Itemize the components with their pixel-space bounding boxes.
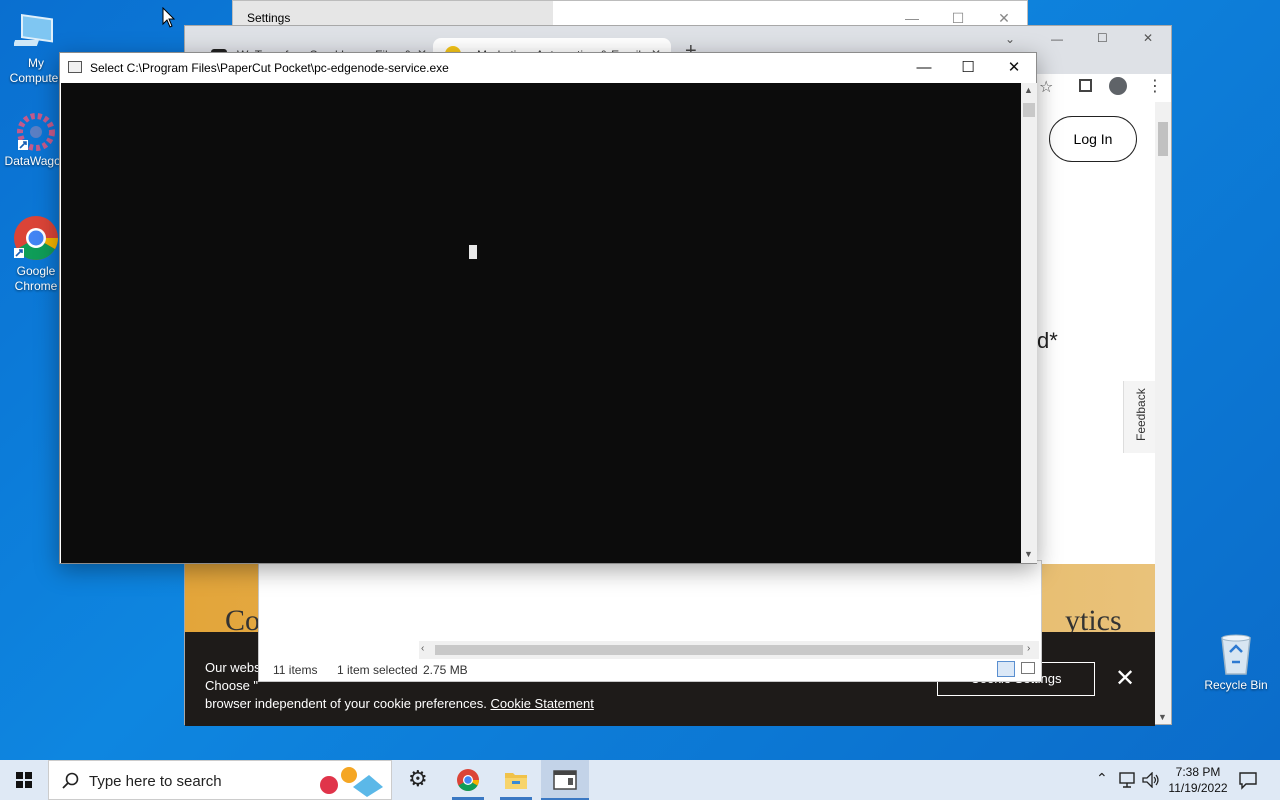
taskbar-search-box[interactable]: Type here to search [48, 760, 392, 800]
desktop: { "desktop": { "icons": [ {"label": "My\… [0, 0, 1280, 800]
taskbar-clock[interactable]: 7:38 PM 11/19/2022 [1160, 764, 1236, 796]
large-icons-view-icon[interactable] [1021, 662, 1035, 674]
taskbar: Type here to search ⚙ ⌃ 7:38 PM 11/19/20… [0, 760, 1280, 800]
partial-heading: d* [1037, 328, 1058, 353]
chrome-menu-icon[interactable]: ⋮ [1147, 76, 1163, 96]
explorer-horizontal-scrollbar[interactable]: ‹ › [419, 641, 1039, 659]
datawagon-icon [17, 113, 55, 151]
chrome-icon [14, 216, 58, 260]
clock-time: 7:38 PM [1175, 765, 1221, 779]
mouse-pointer-icon [162, 7, 176, 28]
scrollbar-thumb[interactable] [435, 645, 1023, 655]
log-in-button[interactable]: Log In [1049, 116, 1137, 162]
console-window-title: Select C:\Program Files\PaperCut Pocket\… [90, 61, 449, 75]
chrome-vertical-scrollbar[interactable]: ▼ [1155, 102, 1171, 724]
chrome-minimize-button[interactable]: — [1051, 32, 1063, 46]
chrome-maximize-button[interactable]: ☐ [1097, 31, 1108, 45]
scroll-down-arrow-icon[interactable]: ▼ [1024, 549, 1033, 559]
scrollbar-thumb[interactable] [1158, 122, 1168, 156]
console-title-bar[interactable]: Select C:\Program Files\PaperCut Pocket\… [60, 53, 1036, 83]
search-highlight-illustration [320, 767, 383, 797]
search-icon [62, 772, 79, 789]
console-app-icon [68, 61, 82, 73]
side-panel-icon[interactable] [1079, 79, 1092, 92]
cookie-close-button[interactable]: ✕ [1115, 664, 1135, 693]
file-explorer-window[interactable]: ‹ › 11 items 1 item selected 2.75 MB [258, 560, 1042, 682]
desktop-icon-label: Google Chrome [14, 264, 58, 293]
desktop-icon-label: Recycle Bin [1204, 678, 1268, 692]
scroll-down-arrow-icon[interactable]: ▼ [1158, 712, 1167, 722]
scroll-right-arrow-icon[interactable]: › [1027, 643, 1030, 654]
desktop-icon-label: My Computer [9, 56, 63, 85]
show-hidden-icons-chevron-icon[interactable]: ⌃ [1096, 770, 1108, 787]
start-button[interactable] [0, 760, 48, 800]
tab-search-icon[interactable]: ⌄ [1005, 32, 1015, 46]
volume-icon[interactable] [1142, 772, 1160, 788]
cookie-text: browser independent of your cookie prefe… [205, 696, 487, 711]
feedback-label: Feedback [1134, 388, 1148, 441]
item-count: 11 items [273, 663, 318, 677]
console-maximize-button[interactable]: ☐ [948, 57, 988, 79]
chrome-icon [457, 769, 479, 791]
taskbar-settings-button[interactable]: ⚙ [396, 760, 444, 800]
settings-icon: ⚙ [408, 766, 428, 791]
cookie-text-line-3: browser independent of your cookie prefe… [205, 696, 594, 711]
text-cursor [469, 245, 477, 259]
scrollbar-thumb[interactable] [1023, 103, 1035, 117]
selection-size: 2.75 MB [423, 663, 468, 677]
search-placeholder: Type here to search [89, 773, 222, 790]
computer-icon [14, 13, 53, 46]
cookie-statement-link[interactable]: Cookie Statement [490, 696, 593, 711]
details-view-icon[interactable] [997, 661, 1015, 677]
selection-count: 1 item selected [337, 663, 418, 677]
console-icon [553, 770, 577, 790]
windows-logo-icon [16, 772, 32, 788]
cookie-text-line-1: Our webs [205, 660, 261, 675]
bookmark-star-icon[interactable]: ☆ [1039, 77, 1053, 97]
console-close-button[interactable]: ✕ [994, 57, 1034, 79]
file-explorer-icon [505, 773, 527, 789]
scroll-left-arrow-icon[interactable]: ‹ [421, 643, 424, 654]
console-window[interactable]: Select C:\Program Files\PaperCut Pocket\… [59, 52, 1037, 564]
feedback-tab[interactable]: Feedback [1123, 381, 1157, 453]
clock-date: 11/19/2022 [1168, 781, 1228, 795]
scroll-up-arrow-icon[interactable]: ▲ [1024, 85, 1033, 95]
explorer-status-bar: 11 items 1 item selected 2.75 MB [259, 659, 1041, 681]
chrome-close-button[interactable]: ✕ [1143, 31, 1153, 45]
taskbar-chrome-button[interactable] [444, 760, 492, 800]
console-minimize-button[interactable]: — [904, 57, 944, 79]
cookie-text-line-2: Choose " [205, 678, 259, 693]
network-icon[interactable] [1118, 772, 1136, 788]
desktop-icon-recycle-bin[interactable]: Recycle Bin [1198, 632, 1274, 693]
taskbar-console-button[interactable] [541, 760, 589, 800]
console-output-area[interactable] [61, 83, 1021, 563]
profile-avatar-icon[interactable] [1109, 77, 1127, 95]
recycle-bin-icon [1221, 634, 1251, 675]
notification-center-icon[interactable] [1238, 770, 1258, 790]
taskbar-file-explorer-button[interactable] [492, 760, 540, 800]
console-vertical-scrollbar[interactable]: ▲ ▼ [1021, 83, 1037, 563]
